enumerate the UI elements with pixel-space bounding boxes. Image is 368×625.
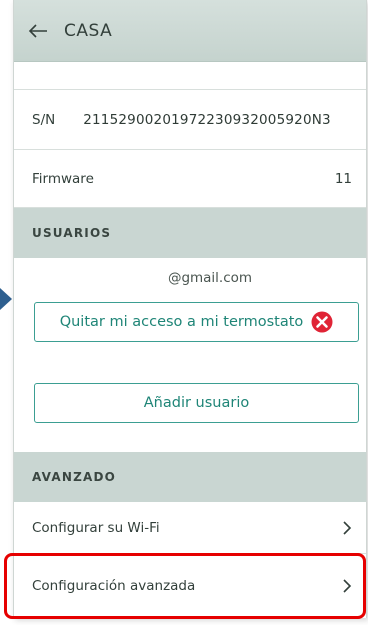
advanced-settings-label: Configuración avanzada <box>32 578 196 594</box>
advanced-section-title: AVANZADO <box>32 470 117 484</box>
user-email: @gmail.com <box>167 270 253 286</box>
firmware-value: 11 <box>334 170 352 187</box>
app-header: CASA <box>14 0 366 62</box>
serial-label: S/N <box>32 111 56 128</box>
users-section-title: USUARIOS <box>32 226 112 240</box>
firmware-row: Firmware 11 <box>14 150 366 208</box>
pointer-arrow-icon <box>0 288 12 310</box>
chevron-right-icon <box>343 579 352 593</box>
settings-screen: CASA S/N 21152900201972230932005920N3 Fi… <box>13 0 367 618</box>
page-title: CASA <box>64 20 113 41</box>
serial-value: 21152900201972230932005920N3 <box>83 111 331 128</box>
stage: CASA S/N 21152900201972230932005920N3 Fi… <box>0 0 368 625</box>
wifi-settings-item[interactable]: Configurar su Wi-Fi <box>14 502 366 554</box>
header-spacer <box>14 62 366 90</box>
add-user-button[interactable]: Añadir usuario <box>34 383 359 423</box>
advanced-settings-item[interactable]: Configuración avanzada <box>14 554 366 618</box>
close-circle-icon <box>311 311 333 333</box>
add-user-label: Añadir usuario <box>143 395 250 411</box>
remove-access-label: Quitar mi acceso a mi termostato <box>59 314 304 330</box>
advanced-section-header: AVANZADO <box>14 452 366 502</box>
arrow-left-icon[interactable] <box>28 23 50 39</box>
remove-access-button[interactable]: Quitar mi acceso a mi termostato <box>34 302 359 342</box>
chevron-right-icon <box>343 520 352 535</box>
serial-row: S/N 21152900201972230932005920N3 <box>14 90 366 150</box>
wifi-settings-label: Configurar su Wi-Fi <box>32 519 160 536</box>
firmware-label: Firmware <box>32 170 94 187</box>
users-section-header: USUARIOS <box>14 208 366 258</box>
